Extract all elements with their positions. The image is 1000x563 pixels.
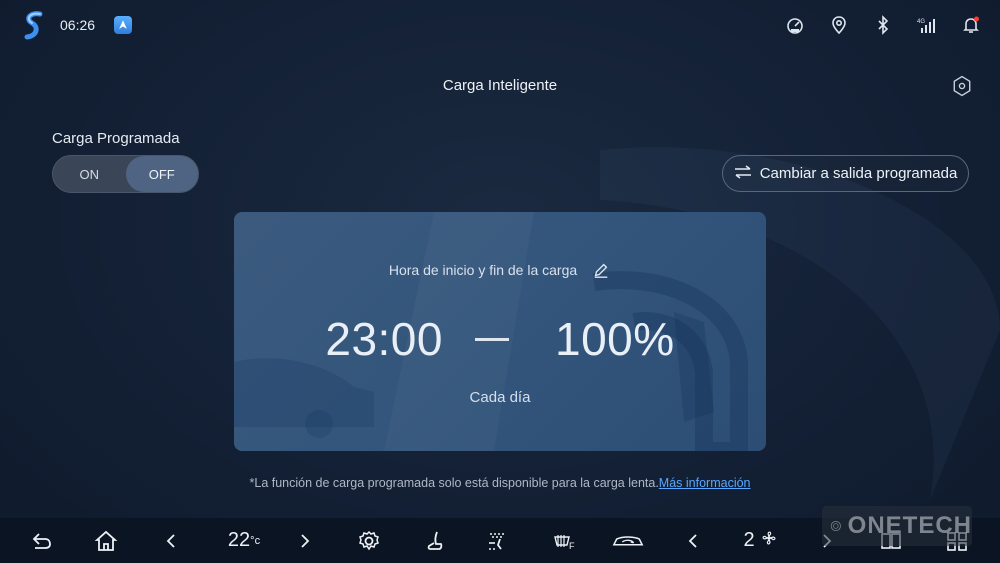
car-recirculation-icon[interactable] [610, 518, 646, 563]
clock: 06:26 [60, 17, 96, 33]
charging-schedule-card[interactable]: Hora de inicio y fin de la carga 23:00 1… [234, 212, 766, 451]
notification-bell-icon[interactable] [960, 14, 982, 36]
temperature-value: 22 [227, 529, 251, 551]
svg-text:4G: 4G [917, 19, 925, 25]
switch-to-scheduled-departure-button[interactable]: Cambiar a salida programada [722, 155, 969, 192]
location-pin-icon[interactable] [828, 14, 850, 36]
navigation-app-icon[interactable] [114, 16, 132, 34]
airflow-mode-icon[interactable] [480, 518, 516, 563]
slow-charge-note: *La función de carga programada solo est… [0, 476, 1000, 490]
watermark: ONETECH [822, 506, 972, 546]
start-time-value: 23:00 [325, 313, 443, 365]
page-title: Carga Inteligente [442, 77, 558, 94]
home-icon[interactable] [88, 518, 124, 563]
watermark-text: ONETECH [847, 512, 972, 539]
brand-logo-icon [22, 10, 46, 40]
charging-window-label: Hora de inicio y fin de la carga [388, 262, 578, 278]
edit-pencil-icon[interactable] [591, 260, 611, 280]
status-bar: 06:26 4G [0, 0, 1000, 50]
switch-button-label: Cambiar a salida programada [759, 165, 958, 182]
temperature-display: 22 °c [222, 518, 266, 563]
bluetooth-icon[interactable] [872, 14, 894, 36]
scheduled-charging-toggle[interactable]: ON OFF [52, 155, 199, 193]
seat-heating-icon[interactable] [420, 518, 450, 563]
settings-hex-icon[interactable] [948, 72, 976, 100]
temperature-unit: °c [250, 534, 261, 547]
swap-arrows-icon [734, 164, 752, 183]
note-text: *La función de carga programada solo est… [249, 476, 659, 490]
separator-dash [474, 337, 509, 341]
svg-text:F: F [569, 541, 575, 551]
target-charge-value: 100% [554, 313, 675, 365]
temp-decrease-chevron-icon[interactable] [160, 518, 184, 563]
fan-decrease-chevron-icon[interactable] [682, 518, 706, 563]
scheduled-charging-label: Carga Programada [52, 130, 180, 147]
speed-gauge-icon[interactable] [784, 14, 806, 36]
fan-speed-value: 2 [743, 529, 755, 551]
fan-icon [759, 528, 779, 554]
climate-settings-gear-icon[interactable] [354, 518, 384, 563]
fan-speed-display: 2 [738, 518, 784, 563]
toggle-off-option[interactable]: OFF [125, 156, 198, 192]
toggle-on-option[interactable]: ON [53, 156, 126, 192]
more-info-link[interactable]: Más información [659, 476, 751, 490]
temp-increase-chevron-icon[interactable] [292, 518, 316, 563]
frequency-label: Cada día [469, 389, 531, 406]
back-icon[interactable] [24, 518, 60, 563]
signal-4g-icon: 4G [916, 14, 938, 36]
rear-defrost-icon[interactable]: F [546, 518, 582, 563]
watermark-logo-icon [830, 520, 841, 532]
